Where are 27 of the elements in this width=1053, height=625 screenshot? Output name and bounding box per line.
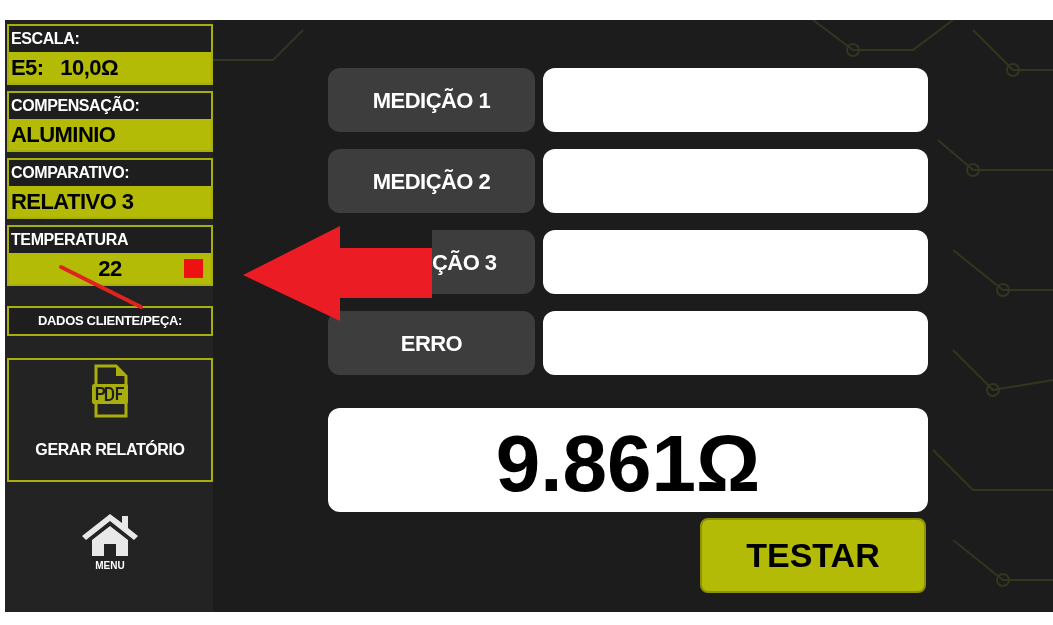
measurement-field[interactable] <box>543 149 928 213</box>
report-button[interactable]: GERAR RELATÓRIO <box>7 358 213 482</box>
measurement-label[interactable]: ERRO <box>328 311 535 375</box>
settings-panel[interactable]: ESCALA: E5: 10,0Ω <box>7 24 213 85</box>
panel-label: TEMPERATURA <box>10 230 130 250</box>
settings-panel[interactable]: TEMPERATURA 22 <box>7 225 213 286</box>
menu-button[interactable]: MENU <box>80 512 140 573</box>
measurement-field[interactable] <box>543 68 928 132</box>
measurement-field[interactable] <box>543 311 928 375</box>
pdf-file-icon <box>90 364 130 420</box>
panel-label: COMPARATIVO: <box>10 163 131 183</box>
settings-panel[interactable]: COMPARATIVO: RELATIVO 3 <box>7 158 213 219</box>
panel-label: ESCALA: <box>10 29 81 49</box>
panel-label: COMPENSAÇÃO: <box>10 95 141 116</box>
home-icon <box>80 512 140 556</box>
settings-panel[interactable]: COMPENSAÇÃO: ALUMINIO <box>7 91 213 152</box>
panel-value: ALUMINIO <box>11 123 116 146</box>
measurement-label[interactable]: MEDIÇÃO 1 <box>328 68 535 132</box>
test-button[interactable]: TESTAR <box>700 518 926 593</box>
result-display: 9.861Ω <box>328 408 928 512</box>
panel-value: E5: 10,0Ω <box>11 56 118 79</box>
measurement-label[interactable]: ÇÃO 3 <box>432 230 535 294</box>
client-data-button[interactable]: DADOS CLIENTE/PEÇA: <box>7 306 213 336</box>
measurement-label[interactable]: MEDIÇÃO 2 <box>328 149 535 213</box>
measurement-field[interactable] <box>543 230 928 294</box>
panel-value: 22 <box>98 257 122 280</box>
panel-value: RELATIVO 3 <box>11 190 134 213</box>
